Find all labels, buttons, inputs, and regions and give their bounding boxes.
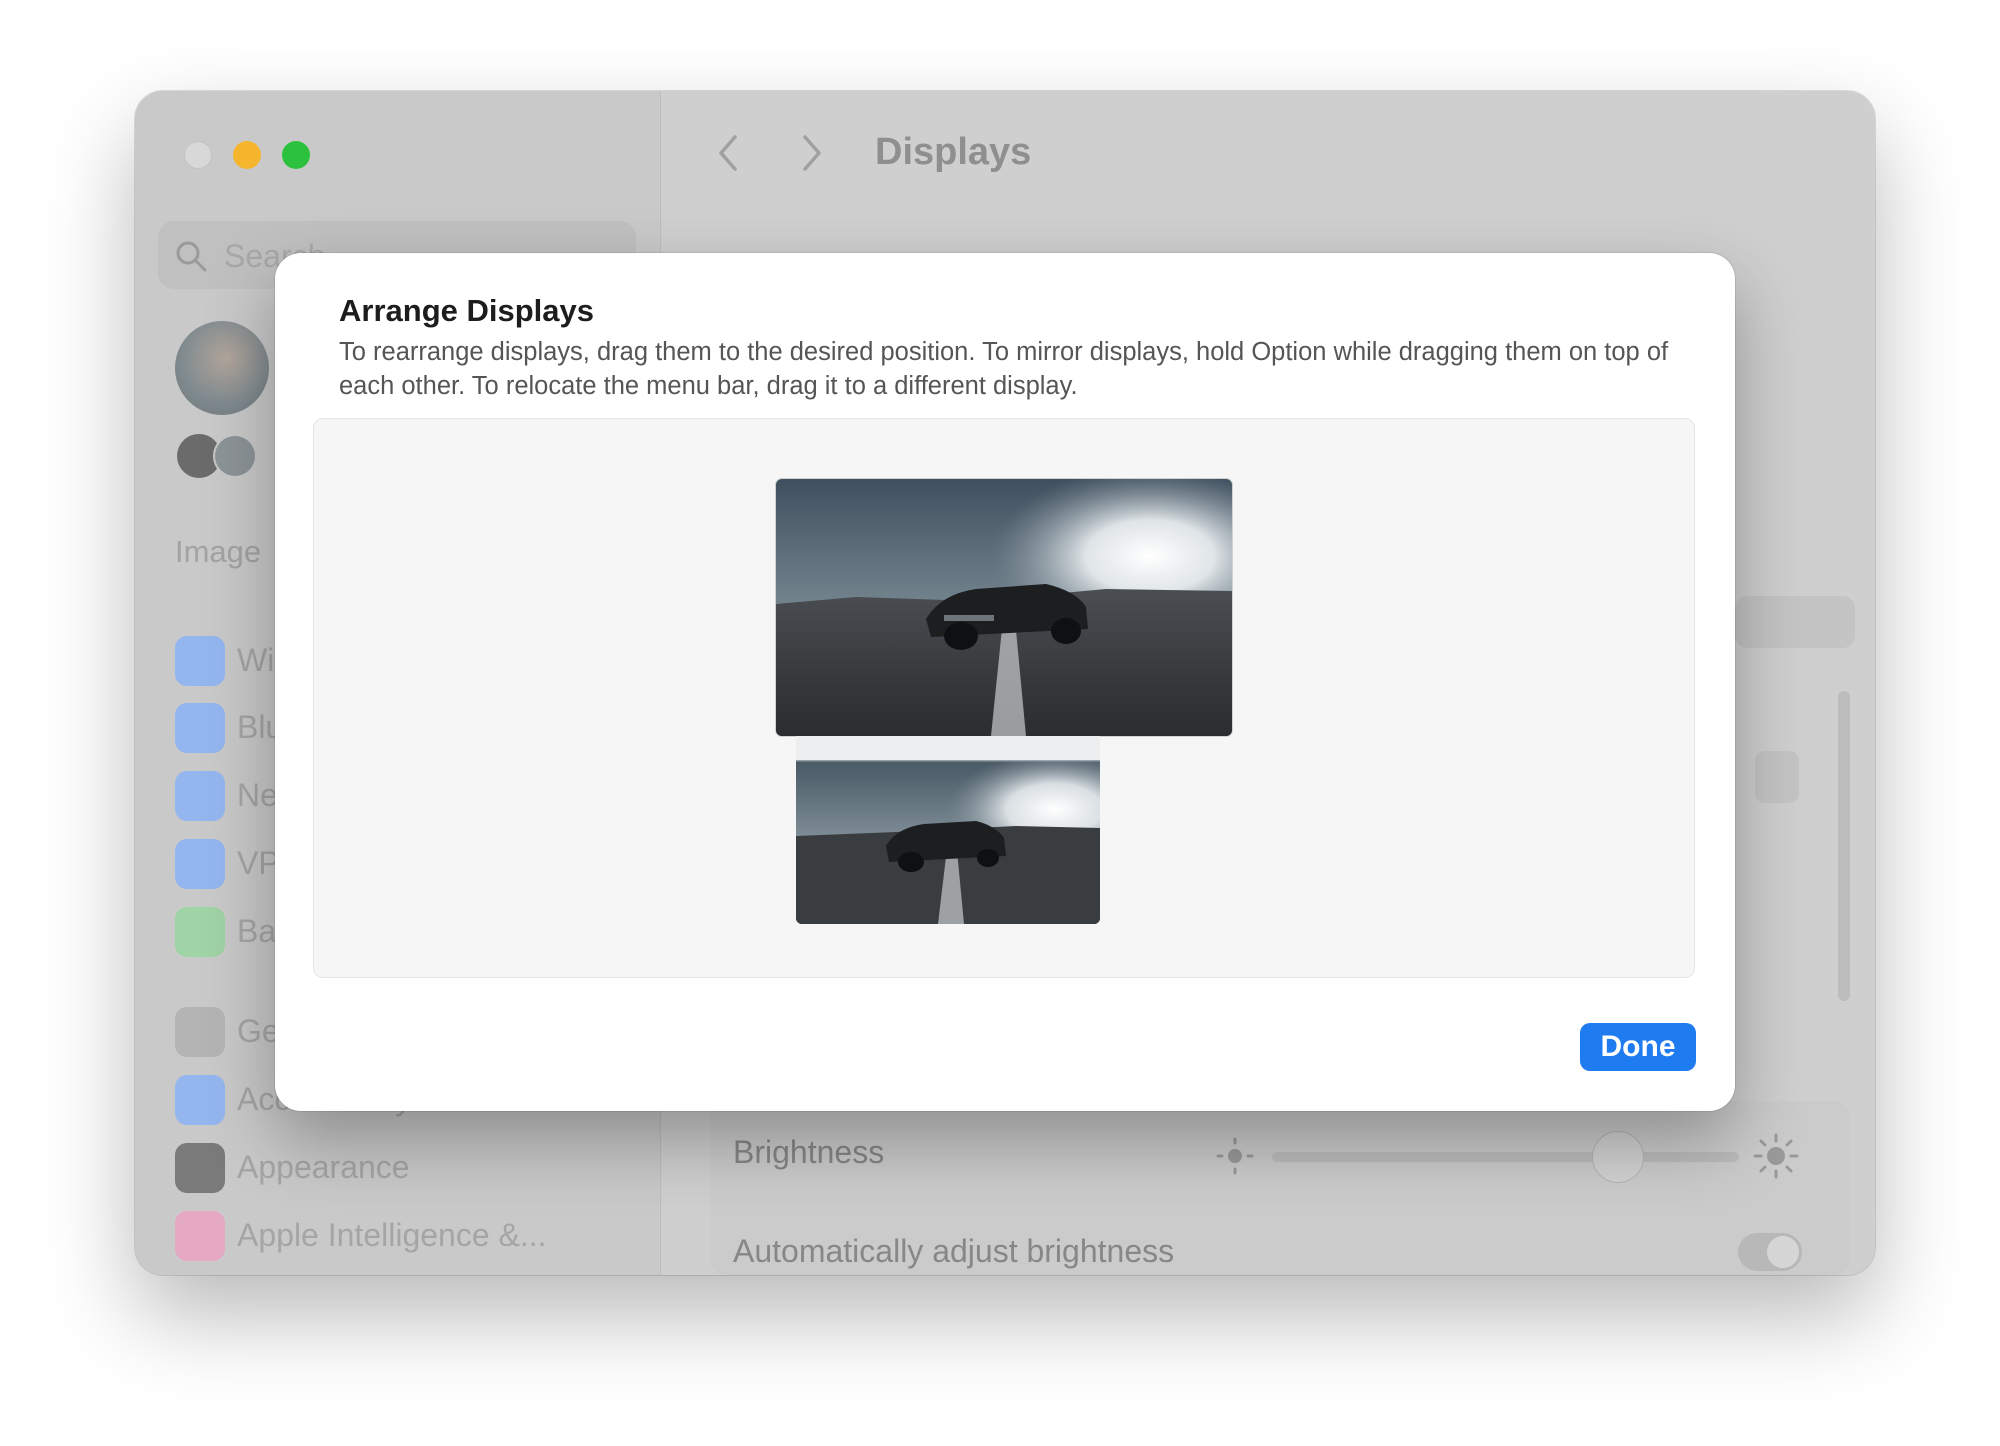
family-avatar[interactable] xyxy=(213,434,257,478)
bluetooth-icon xyxy=(175,703,225,753)
vpn-globe-icon xyxy=(175,839,225,889)
search-icon xyxy=(176,241,207,272)
arrange-displays-dialog: Arrange Displays To rearrange displays, … xyxy=(275,253,1735,1111)
brightness-slider-knob[interactable] xyxy=(1592,1131,1644,1183)
apple-intelligence-icon xyxy=(175,1211,225,1261)
brightness-slider-track[interactable] xyxy=(1272,1152,1739,1162)
globe-icon xyxy=(175,771,225,821)
sidebar-item-label: Appearance xyxy=(237,1149,410,1185)
scrollbar[interactable] xyxy=(1838,691,1850,1001)
wallpaper-thumbnail xyxy=(776,479,1232,736)
gear-icon xyxy=(175,1007,225,1057)
back-icon[interactable] xyxy=(713,133,743,173)
secondary-display[interactable] xyxy=(796,736,1100,924)
appearance-icon xyxy=(175,1143,225,1193)
user-avatar[interactable] xyxy=(175,321,269,415)
dialog-title: Arrange Displays xyxy=(339,293,594,328)
dialog-description: To rearrange displays, drag them to the … xyxy=(339,338,1669,400)
sun-large-icon xyxy=(1753,1133,1799,1179)
sidebar-item-label: Apple Intelligence &... xyxy=(237,1217,547,1253)
wifi-icon xyxy=(175,636,225,686)
auto-brightness-label: Automatically adjust brightness xyxy=(733,1233,1175,1269)
page-title: Displays xyxy=(875,131,1032,173)
add-display-button[interactable] xyxy=(1735,596,1855,648)
popup-stepper[interactable] xyxy=(1755,751,1799,803)
zoom-button[interactable] xyxy=(282,141,310,169)
auto-brightness-toggle[interactable] xyxy=(1738,1233,1802,1271)
done-button[interactable]: Done xyxy=(1580,1023,1696,1071)
close-button[interactable] xyxy=(184,141,212,169)
sidebar-section-label: Image xyxy=(175,534,262,569)
sun-small-icon xyxy=(1216,1137,1254,1175)
wallpaper-thumbnail xyxy=(796,736,1100,924)
forward-icon[interactable] xyxy=(797,133,827,173)
battery-icon xyxy=(175,907,225,957)
main-display[interactable] xyxy=(776,479,1232,736)
brightness-label: Brightness xyxy=(733,1134,885,1170)
accessibility-icon xyxy=(175,1075,225,1125)
minimize-button[interactable] xyxy=(233,141,261,169)
display-arrangement-area xyxy=(313,418,1695,978)
